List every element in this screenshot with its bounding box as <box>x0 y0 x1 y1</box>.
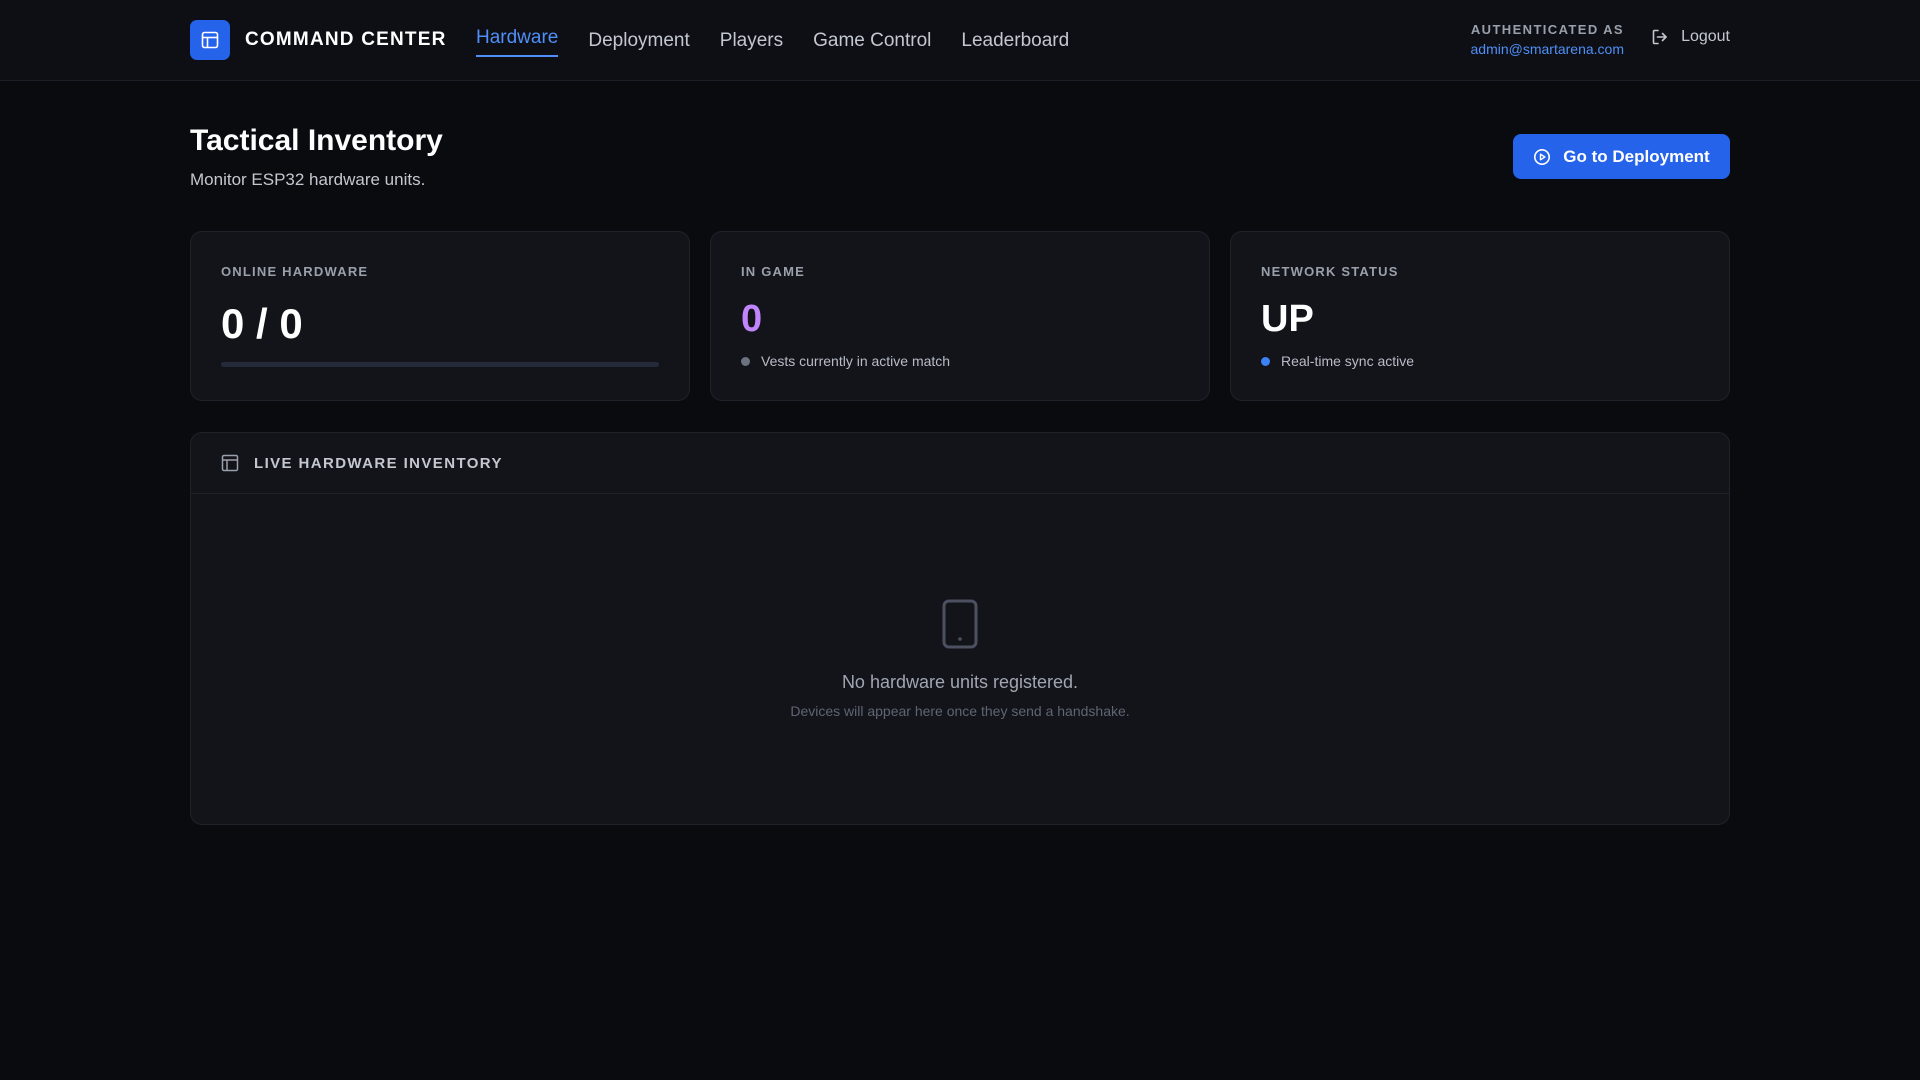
panel-title: LIVE HARDWARE INVENTORY <box>254 454 503 472</box>
in-game-note: Vests currently in active match <box>741 353 950 369</box>
status-dot <box>741 356 750 366</box>
network-status-note-text: Real-time sync active <box>1281 353 1415 369</box>
empty-state: No hardware units registered. Devices wi… <box>191 599 1729 719</box>
online-hardware-card: ONLINE HARDWARE 0 / 0 <box>190 231 690 401</box>
go-to-deployment-button[interactable]: Go to Deployment <box>1513 134 1730 179</box>
network-status-note: Real-time sync active <box>1261 353 1414 369</box>
table-icon <box>221 454 239 472</box>
nav-deployment[interactable]: Deployment <box>588 24 689 58</box>
nav-game-control[interactable]: Game Control <box>813 24 931 58</box>
page-title: Tactical Inventory <box>190 124 443 157</box>
brand[interactable]: COMMAND CENTER <box>190 20 447 60</box>
auth-info: AUTHENTICATED AS admin@smartarena.com <box>1471 22 1625 57</box>
auth-label: AUTHENTICATED AS <box>1470 22 1624 37</box>
network-status-label: NETWORK STATUS <box>1261 264 1399 279</box>
empty-subtitle: Devices will appear here once they send … <box>790 703 1130 719</box>
play-circle-icon <box>1534 148 1551 165</box>
brand-logo <box>190 20 230 60</box>
in-game-value: 0 <box>741 298 763 340</box>
brand-name: COMMAND CENTER <box>245 29 447 50</box>
top-header: COMMAND CENTER Hardware Deployment Playe… <box>0 0 1920 81</box>
logout-icon <box>1652 29 1667 45</box>
nav-players[interactable]: Players <box>720 24 783 58</box>
network-status-value: UP <box>1261 298 1314 340</box>
online-hardware-progress <box>221 362 659 367</box>
empty-title: No hardware units registered. <box>841 672 1079 692</box>
status-dot <box>1261 356 1270 366</box>
layout-icon <box>201 31 219 49</box>
in-game-note-text: Vests currently in active match <box>761 353 951 369</box>
online-hardware-label: ONLINE HARDWARE <box>221 264 369 279</box>
live-hardware-inventory-panel: LIVE HARDWARE INVENTORY No hardware unit… <box>190 432 1730 825</box>
main-nav: Hardware Deployment Players Game Control… <box>476 0 1099 81</box>
network-status-card: NETWORK STATUS UP Real-time sync active <box>1230 231 1730 401</box>
nav-hardware[interactable]: Hardware <box>476 21 559 57</box>
auth-email: admin@smartarena.com <box>1470 41 1625 57</box>
page-subtitle: Monitor ESP32 hardware units. <box>190 170 426 189</box>
in-game-label: IN GAME <box>741 264 806 279</box>
online-hardware-value: 0 / 0 <box>221 300 303 347</box>
in-game-card: IN GAME 0 Vests currently in active matc… <box>710 231 1210 401</box>
panel-header: LIVE HARDWARE INVENTORY <box>191 433 1729 494</box>
nav-leaderboard[interactable]: Leaderboard <box>961 24 1069 58</box>
go-to-deployment-label: Go to Deployment <box>1563 146 1710 166</box>
device-icon <box>942 599 978 654</box>
logout-label: Logout <box>1681 28 1730 45</box>
logout-button[interactable]: Logout <box>1651 28 1730 46</box>
